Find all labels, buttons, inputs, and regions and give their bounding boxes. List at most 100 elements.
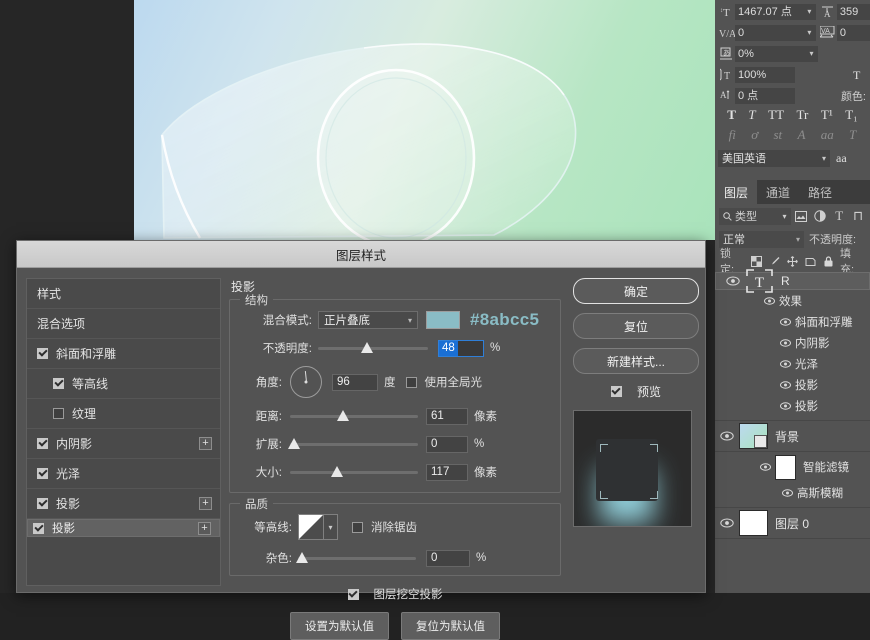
transparency-lock-icon[interactable]: [750, 255, 763, 268]
blend-mode-select[interactable]: 正片叠底 ▾: [318, 311, 418, 329]
effect-visibility-toggle[interactable]: [775, 338, 795, 347]
new-style-button[interactable]: 新建样式...: [573, 348, 699, 374]
ok-button[interactable]: 确定: [573, 278, 699, 304]
swash-button[interactable]: A: [797, 127, 805, 143]
effects-visibility-toggle[interactable]: [759, 296, 779, 305]
smart-filters-visibility-toggle[interactable]: [755, 463, 775, 471]
styles-item-texture[interactable]: 纹理: [27, 399, 220, 429]
effect-row-inner-shadow[interactable]: 内阴影: [715, 332, 870, 353]
tab-channels[interactable]: 通道: [757, 180, 799, 204]
tracking-field[interactable]: 0: [836, 24, 870, 41]
effect-row-bevel[interactable]: 斜面和浮雕: [715, 311, 870, 332]
effect-visibility-toggle[interactable]: [775, 317, 795, 326]
styles-item-blending-options[interactable]: 混合选项: [27, 309, 220, 339]
language-select[interactable]: 美国英语 ▾: [718, 149, 830, 167]
font-size-field[interactable]: 1467.07 点: [735, 3, 803, 20]
standard-ligatures-button[interactable]: fi: [729, 127, 736, 143]
contour-dropdown-icon[interactable]: ▾: [324, 514, 338, 540]
horizontal-scale-field[interactable]: 100%: [735, 66, 795, 83]
artboard-lock-icon[interactable]: [804, 255, 817, 268]
spread-field[interactable]: 0: [426, 435, 468, 453]
leading-field[interactable]: 359: [836, 3, 870, 20]
vertical-scale-field[interactable]: 0%: [735, 45, 805, 62]
preview-checkbox[interactable]: [610, 386, 622, 397]
titling-alternates-button[interactable]: T: [849, 127, 856, 143]
layer-filter-select[interactable]: 类型 ▾: [719, 207, 791, 225]
add-effect-icon[interactable]: +: [199, 437, 212, 450]
checkbox[interactable]: [37, 468, 48, 479]
adjustment-filter-icon[interactable]: [812, 208, 828, 224]
slider-knob[interactable]: [331, 466, 343, 477]
layer-row-layer0[interactable]: 图层 0: [715, 507, 870, 539]
subscript-button[interactable]: T₁: [845, 107, 857, 123]
global-light-checkbox[interactable]: [405, 376, 417, 388]
checkbox[interactable]: [37, 348, 48, 359]
checkbox[interactable]: [53, 408, 64, 419]
tab-paths[interactable]: 路径: [799, 180, 841, 204]
kerning-field[interactable]: 0: [735, 24, 803, 41]
angle-dial[interactable]: [290, 366, 322, 398]
small-caps-button[interactable]: Tr: [797, 107, 809, 123]
styles-item-contour[interactable]: 等高线: [27, 369, 220, 399]
shape-filter-icon[interactable]: ⊓: [850, 208, 866, 224]
checkbox[interactable]: [37, 438, 48, 449]
shadow-color-swatch[interactable]: [426, 311, 460, 329]
effect-visibility-toggle[interactable]: [775, 401, 795, 410]
spread-slider[interactable]: [288, 437, 418, 451]
layer-visibility-toggle[interactable]: [721, 276, 745, 286]
contour-preview[interactable]: [298, 514, 324, 540]
checkbox[interactable]: [33, 522, 44, 534]
effect-row-drop-shadow-1[interactable]: 投影: [715, 374, 870, 395]
styles-item-drop-shadow-2[interactable]: 投影 +: [27, 519, 220, 537]
distance-field[interactable]: 61: [426, 407, 468, 425]
styles-item-styles[interactable]: 样式: [27, 279, 220, 309]
styles-item-inner-shadow[interactable]: 内阴影 +: [27, 429, 220, 459]
kerning-dropdown-icon[interactable]: ▾: [802, 24, 816, 41]
all-lock-icon[interactable]: [822, 255, 835, 268]
effect-row-drop-shadow-2[interactable]: 投影: [715, 395, 870, 416]
reset-default-button[interactable]: 复位为默认值: [401, 612, 500, 640]
styles-item-bevel-emboss[interactable]: 斜面和浮雕: [27, 339, 220, 369]
layer-row-background[interactable]: 背景: [715, 420, 870, 452]
opacity-field[interactable]: 48: [438, 339, 484, 357]
checkbox[interactable]: [37, 498, 48, 509]
slider-knob[interactable]: [288, 438, 300, 449]
noise-slider[interactable]: [296, 551, 416, 565]
distance-slider[interactable]: [290, 409, 418, 423]
move-lock-icon[interactable]: [786, 255, 799, 268]
knockout-checkbox[interactable]: [347, 588, 359, 600]
effect-visibility-toggle[interactable]: [775, 380, 795, 389]
smart-filter-row-gaussian[interactable]: 高斯模糊: [715, 482, 870, 503]
text-filter-icon[interactable]: T: [831, 208, 847, 224]
bold-button[interactable]: T: [727, 107, 736, 123]
vertical-scale-dropdown-icon[interactable]: ▾: [805, 45, 818, 62]
add-effect-icon[interactable]: +: [198, 521, 211, 535]
add-effect-icon[interactable]: +: [199, 497, 212, 510]
styles-item-drop-shadow-1[interactable]: 投影 +: [27, 489, 220, 519]
slider-knob[interactable]: [337, 410, 349, 421]
superscript-button[interactable]: T¹: [821, 107, 833, 123]
size-slider[interactable]: [290, 465, 418, 479]
noise-field[interactable]: 0: [426, 549, 470, 567]
effects-group-row[interactable]: 效果: [715, 290, 870, 311]
checkbox[interactable]: [53, 378, 64, 389]
opacity-slider[interactable]: [318, 341, 428, 355]
set-default-button[interactable]: 设置为默认值: [290, 612, 389, 640]
angle-field[interactable]: 96: [332, 373, 378, 391]
image-filter-icon[interactable]: [794, 208, 810, 224]
layer-row-text[interactable]: T R: [715, 269, 870, 293]
discretionary-ligatures-button[interactable]: st: [773, 127, 782, 143]
antialias-checkbox[interactable]: [352, 521, 363, 533]
smart-filters-row[interactable]: 智能滤镜: [715, 452, 870, 482]
size-field[interactable]: 117: [426, 463, 468, 481]
reset-button[interactable]: 复位: [573, 313, 699, 339]
effect-visibility-toggle[interactable]: [775, 359, 795, 368]
baseline-shift-field[interactable]: 0 点: [735, 87, 795, 104]
layer-visibility-toggle[interactable]: [715, 518, 739, 528]
anti-alias-icon[interactable]: aa: [836, 151, 847, 166]
font-size-dropdown-icon[interactable]: ▾: [802, 3, 816, 20]
contextual-alternates-button[interactable]: ơ: [751, 127, 758, 143]
brush-lock-icon[interactable]: [768, 255, 781, 268]
ordinals-button[interactable]: aa: [821, 127, 834, 143]
effect-row-satin[interactable]: 光泽: [715, 353, 870, 374]
